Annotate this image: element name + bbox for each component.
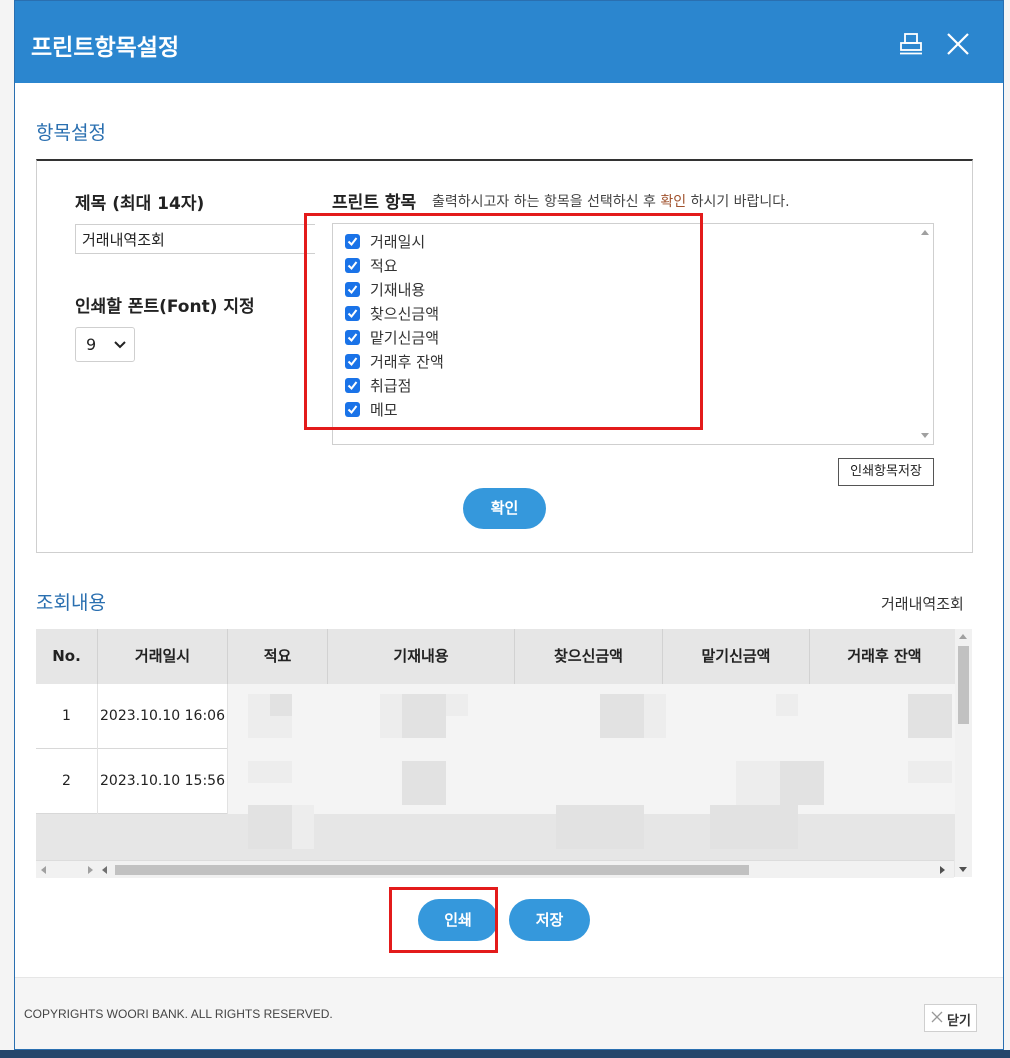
background-page-left <box>0 0 15 1058</box>
redacted-block <box>736 761 780 805</box>
row-datetime: 2023.10.10 16:06 <box>98 684 228 749</box>
table-vertical-scrollbar[interactable] <box>955 629 972 877</box>
copyright-text: COPYRIGHTS WOORI BANK. ALL RIGHTS RESERV… <box>24 1007 333 1021</box>
print-items-list: 거래일시 적요 기재내용 찾으신금액 맡기신금액 거래후 잔액 취급점 메모 <box>332 223 934 445</box>
column-header: No. <box>36 629 98 684</box>
desc-text-highlight: 확인 <box>660 194 687 210</box>
dialog-footer: COPYRIGHTS WOORI BANK. ALL RIGHTS RESERV… <box>15 977 1003 1049</box>
column-header: 거래후 잔액 <box>810 629 960 684</box>
print-item-label: 메모 <box>370 401 398 419</box>
checkbox-checked-icon[interactable] <box>345 354 360 369</box>
dialog-title: 프린트항목설정 <box>31 35 180 61</box>
save-print-items-button[interactable]: 인쇄항목저장 <box>838 458 934 486</box>
redacted-block <box>248 716 292 738</box>
font-size-select[interactable]: 9 <box>75 327 135 362</box>
scroll-up-arrow-icon[interactable] <box>921 230 929 235</box>
close-icon <box>931 1011 943 1023</box>
redacted-block <box>248 761 292 783</box>
scroll-down-arrow-icon[interactable] <box>921 433 929 438</box>
print-item-label: 취급점 <box>370 377 412 395</box>
redacted-block <box>908 761 952 783</box>
checkbox-checked-icon[interactable] <box>345 306 360 321</box>
print-items-description: 출력하시고자 하는 항목을 선택하신 후 확인 하시기 바랍니다. <box>432 191 790 211</box>
redacted-block <box>248 694 270 716</box>
scroll-left-small-arrow-icon[interactable] <box>102 866 107 874</box>
redacted-block <box>270 694 292 716</box>
column-header: 적요 <box>228 629 328 684</box>
scroll-right-small-arrow-icon[interactable] <box>88 866 93 874</box>
table-row[interactable]: 2 2023.10.10 15:56 <box>36 749 971 814</box>
column-header: 거래일시 <box>98 629 228 684</box>
font-size-value: 9 <box>86 335 97 354</box>
scroll-down-arrow-icon[interactable] <box>959 867 967 872</box>
redacted-block <box>776 694 798 716</box>
checkbox-checked-icon[interactable] <box>345 378 360 393</box>
redacted-block <box>780 761 824 805</box>
scroll-up-arrow-icon[interactable] <box>959 634 967 639</box>
items-list-scrollbar[interactable] <box>917 224 933 444</box>
redacted-block <box>380 694 402 738</box>
column-header: 찾으신금액 <box>515 629 663 684</box>
settings-panel: 제목 (최대 14자) 인쇄할 폰트(Font) 지정 9 프린트 항목 출력하… <box>36 159 973 553</box>
print-item-label: 거래일시 <box>370 233 426 251</box>
settings-section-title: 항목설정 <box>36 122 106 144</box>
checkbox-checked-icon[interactable] <box>345 282 360 297</box>
redacted-block <box>402 694 446 738</box>
background-page-bottom <box>0 1050 1010 1058</box>
checkbox-checked-icon[interactable] <box>345 234 360 249</box>
row-number: 1 <box>36 684 98 749</box>
checkbox-checked-icon[interactable] <box>345 402 360 417</box>
table-header: No. 거래일시 적요 기재내용 찾으신금액 맡기신금액 거래후 잔액 <box>36 629 971 684</box>
desc-text-before: 출력하시고자 하는 항목을 선택하신 후 <box>432 194 656 210</box>
print-item-label: 기재내용 <box>370 281 426 299</box>
chevron-down-icon <box>114 341 126 349</box>
close-button-label: 닫기 <box>947 1014 971 1029</box>
redacted-block <box>292 805 314 849</box>
printer-icon[interactable] <box>899 33 923 55</box>
scroll-right-arrow-icon[interactable] <box>940 866 945 874</box>
redacted-block <box>402 761 446 805</box>
row-datetime: 2023.10.10 15:56 <box>98 749 228 814</box>
print-item-label: 거래후 잔액 <box>370 353 444 371</box>
results-title-label: 거래내역조회 <box>881 595 964 613</box>
print-item-label: 적요 <box>370 257 398 275</box>
print-item-label: 맡기신금액 <box>370 329 440 347</box>
vertical-scroll-thumb[interactable] <box>958 646 969 724</box>
table-horizontal-scrollbar[interactable] <box>36 860 954 878</box>
redacted-block <box>600 694 644 738</box>
redacted-block <box>908 694 952 738</box>
results-section-title: 조회내용 <box>36 592 106 614</box>
redacted-block <box>446 694 468 716</box>
close-icon[interactable] <box>945 31 971 57</box>
redacted-block <box>710 805 798 849</box>
dialog-titlebar: 프린트항목설정 <box>15 1 1003 83</box>
print-item-label: 찾으신금액 <box>370 305 440 323</box>
desc-text-after: 하시기 바랍니다. <box>690 194 790 210</box>
redacted-block <box>644 694 666 738</box>
horizontal-scroll-thumb[interactable] <box>115 865 749 875</box>
table-row[interactable]: 1 2023.10.10 16:06 <box>36 684 971 749</box>
redacted-block <box>248 805 292 849</box>
print-button[interactable]: 인쇄 <box>418 899 498 941</box>
results-table: No. 거래일시 적요 기재내용 찾으신금액 맡기신금액 거래후 잔액 1 20… <box>36 629 971 877</box>
column-header: 맡기신금액 <box>663 629 810 684</box>
title-label: 제목 (최대 14자) <box>75 194 205 214</box>
print-settings-dialog: 프린트항목설정 항목설정 제목 (최대 14자) 인쇄할 폰트(Font) 지정… <box>14 0 1004 1050</box>
close-dialog-button[interactable]: 닫기 <box>924 1004 977 1032</box>
checkbox-checked-icon[interactable] <box>345 258 360 273</box>
title-input[interactable] <box>75 224 315 254</box>
save-button[interactable]: 저장 <box>509 899 590 941</box>
scroll-left-arrow-icon[interactable] <box>41 866 46 874</box>
redacted-block <box>556 805 644 849</box>
print-items-label: 프린트 항목 <box>332 193 417 213</box>
checkbox-checked-icon[interactable] <box>345 330 360 345</box>
confirm-button[interactable]: 확인 <box>463 488 546 529</box>
font-label: 인쇄할 폰트(Font) 지정 <box>75 297 255 317</box>
row-number: 2 <box>36 749 98 814</box>
column-header: 기재내용 <box>328 629 515 684</box>
